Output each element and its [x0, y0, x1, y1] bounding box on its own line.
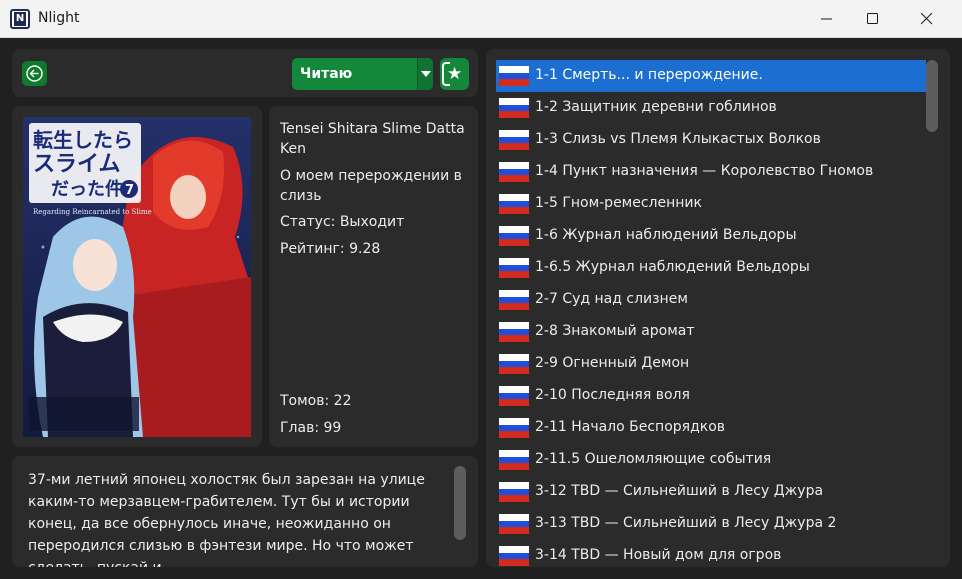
cover-title-jp-3: だった件: [51, 178, 123, 200]
close-icon: [921, 13, 933, 25]
maximize-icon: [867, 13, 878, 24]
russian-flag-icon: [499, 162, 529, 182]
russian-flag-icon: [499, 194, 529, 214]
chapter-title: 2-10 Последняя воля: [535, 387, 690, 403]
chapter-title: 2-8 Знакомый аромат: [535, 323, 695, 339]
russian-flag-icon: [499, 322, 529, 342]
back-button[interactable]: [22, 61, 47, 86]
russian-flag-icon: [499, 514, 529, 534]
chapter-item[interactable]: 2-7 Суд над слизнем: [496, 284, 926, 316]
chapter-title: 1-1 Смерть... и перерождение.: [535, 67, 763, 83]
chapter-title: 2-7 Суд над слизнем: [535, 291, 688, 307]
russian-flag-icon: [499, 98, 529, 118]
info-panel: Tensei Shitara Slime Datta Ken О моем пе…: [269, 106, 478, 447]
chevron-down-icon: [421, 71, 431, 77]
russian-flag-icon: [499, 258, 529, 278]
russian-flag-icon: [499, 130, 529, 150]
chapter-title: 1-4 Пункт назначения — Королевство Гномо…: [535, 163, 874, 179]
title-bar: N Nlight: [0, 0, 962, 38]
chapter-title: 2-11 Начало Беспорядков: [535, 419, 726, 435]
chapter-item[interactable]: 2-8 Знакомый аромат: [496, 316, 926, 348]
russian-flag-icon: [499, 450, 529, 470]
chapter-item[interactable]: 1-2 Защитник деревни гоблинов: [496, 92, 926, 124]
russian-flag-icon: [499, 482, 529, 502]
star-icon: ★: [447, 64, 463, 84]
chapter-item[interactable]: 1-4 Пункт назначения — Королевство Гномо…: [496, 156, 926, 188]
title-english: Tensei Shitara Slime Datta Ken: [280, 121, 465, 157]
app-logo-icon: N: [10, 9, 30, 29]
close-button[interactable]: [904, 0, 950, 38]
reading-status-label: Читаю: [300, 66, 353, 82]
reading-status-dropdown[interactable]: Читаю: [292, 58, 433, 90]
cover-panel: 転生したら スライム だった件 7 Regarding Reincarnated…: [12, 106, 262, 447]
chapter-title: 3-13 TBD — Сильнейший в Лесу Джура 2: [535, 515, 837, 531]
description-panel[interactable]: 37-ми летний японец холостяк был зарезан…: [12, 456, 478, 567]
russian-flag-icon: [499, 66, 529, 86]
status-text: Статус: Выходит: [280, 214, 405, 230]
chapter-item[interactable]: 1-6.5 Журнал наблюдений Вельдоры: [496, 252, 926, 284]
chapter-item[interactable]: 3-13 TBD — Сильнейший в Лесу Джура 2: [496, 508, 926, 540]
dropdown-arrow[interactable]: [417, 58, 433, 90]
cover-image: 転生したら スライム だった件 7 Regarding Reincarnated…: [23, 117, 251, 437]
volumes-count: Томов: 22: [280, 393, 352, 409]
description-text: 37-ми летний японец холостяк был зарезан…: [28, 472, 425, 567]
chapter-list-scrollbar[interactable]: [926, 60, 938, 132]
chapters-count: Глав: 99: [280, 420, 342, 436]
chapter-title: 3-12 TBD — Сильнейший в Лесу Джура: [535, 483, 824, 499]
cover-volume-number: 7: [125, 183, 134, 198]
chapter-title: 1-2 Защитник деревни гоблинов: [535, 99, 777, 115]
chapter-title: 1-6 Журнал наблюдений Вельдоры: [535, 227, 797, 243]
chapter-item[interactable]: 1-3 Слизь vs Племя Клыкастых Волков: [496, 124, 926, 156]
chapter-title: 3-14 TBD — Новый дом для огров: [535, 547, 782, 563]
rating-text: Рейтинг: 9.28: [280, 241, 381, 257]
chapter-item[interactable]: 1-1 Смерть... и перерождение.: [496, 60, 926, 92]
minimize-icon: [821, 18, 832, 20]
chapter-item[interactable]: 3-14 TBD — Новый дом для огров: [496, 540, 926, 567]
chapter-item[interactable]: 2-10 Последняя воля: [496, 380, 926, 412]
chapter-item[interactable]: 1-6 Журнал наблюдений Вельдоры: [496, 220, 926, 252]
chapter-title: 1-6.5 Журнал наблюдений Вельдоры: [535, 259, 810, 275]
chapter-title: 1-3 Слизь vs Племя Клыкастых Волков: [535, 131, 821, 147]
description-scrollbar[interactable]: [454, 466, 466, 540]
cover-subtitle: Regarding Reincarnated to Slime: [33, 208, 152, 216]
cover-title-jp-1: 転生したら: [33, 128, 133, 152]
window-title: Nlight: [38, 10, 80, 26]
chapter-item[interactable]: 3-12 TBD — Сильнейший в Лесу Джура: [496, 476, 926, 508]
arrow-left-icon: [26, 65, 43, 82]
maximize-button[interactable]: [850, 0, 896, 38]
chapter-title: 2-9 Огненный Демон: [535, 355, 690, 371]
chapter-item[interactable]: 2-11.5 Ошеломляющие события: [496, 444, 926, 476]
russian-flag-icon: [499, 354, 529, 374]
chapter-title: 2-11.5 Ошеломляющие события: [535, 451, 772, 467]
favorite-button[interactable]: ★: [440, 58, 469, 90]
cover-title-jp-2: スライム: [33, 152, 121, 177]
chapter-item[interactable]: 2-11 Начало Беспорядков: [496, 412, 926, 444]
russian-flag-icon: [499, 546, 529, 566]
chapter-list[interactable]: 1-1 Смерть... и перерождение. 1-2 Защитни…: [496, 60, 926, 567]
russian-flag-icon: [499, 386, 529, 406]
russian-flag-icon: [499, 418, 529, 438]
minimize-button[interactable]: [804, 0, 850, 38]
chapter-list-panel: 1-1 Смерть... и перерождение. 1-2 Защитни…: [486, 49, 950, 567]
chapter-item[interactable]: 1-5 Гном-ремесленник: [496, 188, 926, 220]
chapter-item[interactable]: 2-9 Огненный Демон: [496, 348, 926, 380]
manga-toolbar: Читаю ★: [12, 49, 478, 97]
title-russian: О моем перерождении в слизь: [280, 168, 462, 204]
russian-flag-icon: [499, 290, 529, 310]
russian-flag-icon: [499, 226, 529, 246]
chapter-title: 1-5 Гном-ремесленник: [535, 195, 702, 211]
